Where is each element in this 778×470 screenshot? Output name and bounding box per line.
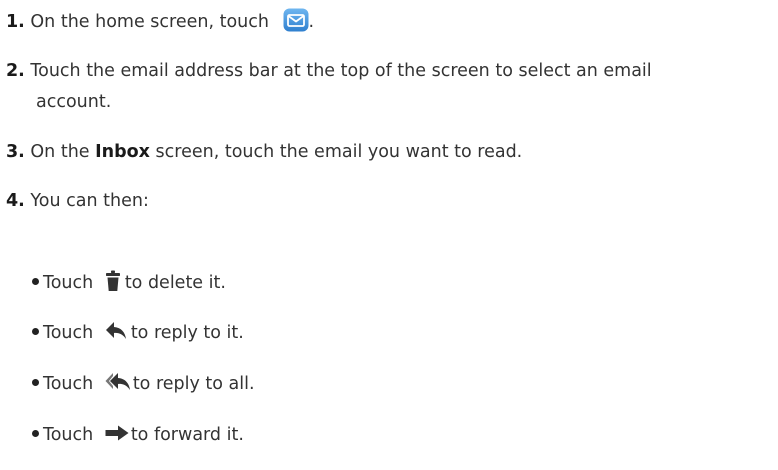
- bullet-dot: [32, 327, 39, 335]
- step-3: 3. On the Inbox screen, touch the email …: [6, 141, 522, 163]
- step-4: 4. You can then:: [6, 190, 149, 212]
- bullet-text: to forward it.: [130, 425, 244, 445]
- bullet-item: Touch to delete it.: [32, 270, 226, 294]
- bullet-text: to reply to all.: [132, 374, 255, 394]
- bullet-prefix: Touch: [43, 323, 94, 343]
- step-text-end: screen, touch the email you want to read…: [155, 142, 523, 162]
- bullet-prefix: Touch: [43, 425, 94, 445]
- step-text-end: .: [308, 12, 315, 32]
- bullet-dot: [32, 378, 39, 386]
- bullet-item: Touch to reply to it.: [32, 322, 244, 344]
- step-number: 4.: [6, 191, 25, 211]
- bullet-dot: [32, 429, 39, 437]
- step-2: 2. Touch the email address bar at the to…: [6, 60, 652, 82]
- step-number: 3.: [6, 142, 25, 162]
- reply-arrow-icon: [105, 321, 127, 341]
- bullet-text: to reply to it.: [130, 323, 244, 343]
- step-text: You can then:: [30, 191, 149, 211]
- bullet-item: Touch to reply to all.: [32, 373, 255, 395]
- inbox-label: Inbox: [95, 142, 150, 162]
- step-2-continuation: account.: [36, 92, 112, 112]
- step-number: 1.: [6, 12, 25, 32]
- step-text: Touch the email address bar at the top o…: [30, 61, 652, 81]
- step-text: On the: [30, 142, 90, 162]
- step-text: On the home screen, touch: [30, 12, 269, 32]
- delete-trash-icon: [105, 270, 121, 292]
- reply-all-arrow-icon: [105, 372, 131, 392]
- email-app-icon: [283, 8, 309, 32]
- step-number: 2.: [6, 61, 25, 81]
- step-1: 1. On the home screen, touch .: [6, 8, 315, 34]
- forward-arrow-icon: [105, 425, 129, 441]
- bullet-prefix: Touch: [43, 273, 94, 293]
- bullet-prefix: Touch: [43, 374, 94, 394]
- bullet-item: Touch to forward it.: [32, 424, 244, 446]
- bullet-text: to delete it.: [124, 273, 226, 293]
- bullet-dot: [32, 277, 39, 285]
